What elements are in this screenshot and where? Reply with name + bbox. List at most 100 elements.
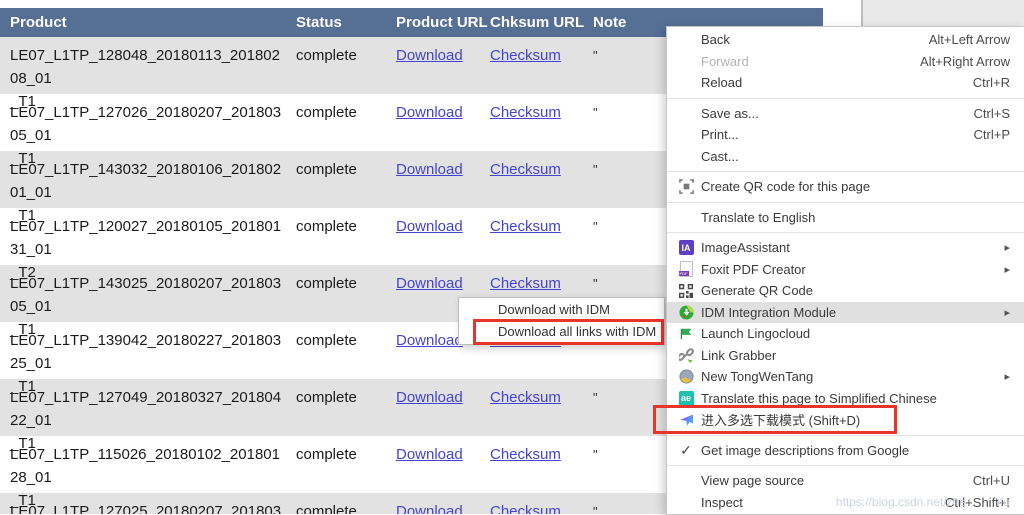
ae-icon: ae [678,390,694,406]
menu-item-label: Inspect [701,494,743,510]
qrscan-icon [678,179,694,195]
menu-item-label: Back [701,32,730,48]
product-id: LE07_L1TP_127025_20180207_20180305_01 [10,503,282,514]
download-link[interactable]: Download [396,389,463,406]
download-link[interactable]: Download [396,104,463,121]
bird-icon [678,412,694,428]
menu-item-icon-slot: ✓ [675,442,697,459]
menu-separator [667,97,1024,99]
menu-item-print[interactable]: Print... Ctrl+P [667,124,1024,146]
download-link[interactable]: Download [396,332,463,349]
menu-separator [667,201,1024,203]
menu-separator [667,171,1024,172]
idm-icon [678,305,694,320]
submenu-item-download-all-links-with-idm[interactable]: Download all links with IDM [459,319,664,345]
menu-item-create-qr-code[interactable]: Create QR code for this page [667,176,1024,198]
menu-item-link-grabber[interactable]: Link Grabber [667,345,1024,367]
menu-item-generate-qr-code[interactable]: Generate QR Code [667,280,1024,302]
menu-item-get-image-descriptions[interactable]: ✓ Get image descriptions from Google [667,440,1024,462]
download-link[interactable]: Download [396,503,463,514]
menu-item-reload[interactable]: Reload Ctrl+R [667,72,1024,94]
checksum-link[interactable]: Checksum [490,104,561,121]
menu-item-icon-slot [675,283,697,298]
link-icon [678,347,694,363]
menu-item-label: Translate this page to Simplified Chines… [701,390,937,406]
menu-item-shortcut: Alt+Right Arrow [920,53,1010,69]
qr-icon [679,283,693,298]
checksum-link[interactable]: Checksum [490,503,561,514]
menu-item-label: Link Grabber [701,347,777,363]
submenu-item-label: Download all links with IDM [498,324,657,339]
chevron-right-icon: ▸ [1004,371,1010,384]
menu-item-image-assistant[interactable]: IA ImageAssistant ▸ [667,237,1024,259]
menu-item-cast[interactable]: Cast... [667,146,1024,168]
menu-item-translate-simplified-chinese[interactable]: ae Translate this page to Simplified Chin… [667,388,1024,410]
menu-separator [667,465,1024,466]
chevron-right-icon: ▸ [1004,306,1010,319]
menu-item-label: Translate to English [701,209,816,225]
submenu-item-label: Download with IDM [498,302,610,317]
menu-item-label: 进入多选下载模式 (Shift+D) [701,413,861,429]
menu-item-icon-slot [675,261,697,278]
menu-item-multi-select-download-mode[interactable]: 进入多选下载模式 (Shift+D) [653,405,1024,434]
download-link[interactable]: Download [396,161,463,178]
context-menu: Back Alt+Left Arrow Forward Alt+Right Arrow… [653,26,1024,515]
menu-item-label: IDM Integration Module [701,304,837,320]
checksum-link[interactable]: Checksum [490,275,561,292]
pdf-icon [678,261,693,278]
checksum-link[interactable]: Checksum [490,218,561,235]
column-header-status: Status [296,14,342,31]
menu-item-icon-slot [675,347,697,363]
menu-item-shortcut: Ctrl+P [973,127,1010,143]
checksum-link[interactable]: Checksum [490,161,561,178]
browser-edge-strip [861,0,1024,26]
submenu-item-download-with-idm[interactable]: Download with IDM [459,299,664,321]
menu-item-icon-slot [675,412,697,428]
flag-icon [679,327,693,341]
checksum-link[interactable]: Checksum [490,47,561,64]
menu-item-save-as[interactable]: Save as... Ctrl+S [667,103,1024,125]
menu-item-foxit-pdf-creator[interactable]: Foxit PDF Creator ▸ [667,259,1024,281]
menu-item-shortcut: Ctrl+R [972,75,1010,91]
menu-item-label: Save as... [701,105,759,121]
download-link[interactable]: Download [396,446,463,463]
menu-item-label: Get image descriptions from Google [701,442,910,458]
download-link[interactable]: Download [396,47,463,64]
menu-item-inspect[interactable]: Inspect https://blog.csdn.net/zhe ifu Ctrl+… [667,492,1024,514]
menu-item-icon-slot [675,327,697,341]
menu-item-label: Create QR code for this page [701,179,871,195]
menu-item-label: Generate QR Code [701,283,814,299]
download-link[interactable]: Download [396,218,463,235]
menu-item-back[interactable]: Back Alt+Left Arrow [667,29,1024,51]
menu-item-shortcut: Ctrl+Shift+I [944,494,1010,510]
menu-separator [667,232,1024,233]
menu-item-shortcut: Alt+Left Arrow [928,32,1010,48]
menu-item-view-page-source[interactable]: View page source Ctrl+U [667,470,1024,492]
menu-item-label: View page source [701,473,805,489]
menu-item-label: ImageAssistant [701,240,790,256]
menu-item-label: New TongWenTang [701,369,814,385]
menu-item-icon-slot: ae [675,390,697,406]
menu-item-shortcut: Ctrl+S [973,105,1010,121]
checksum-link[interactable]: Checksum [490,446,561,463]
status-value: complete [296,503,357,514]
menu-item-idm-integration-module[interactable]: IDM Integration Module ▸ [667,301,1024,323]
menu-item-label: Launch Lingocloud [701,326,811,342]
menu-item-label: Print... [701,127,739,143]
menu-item-translate-to-english[interactable]: Translate to English [667,207,1024,229]
column-header-chksum-url: Chksum URL [490,14,585,31]
menu-item-label: Reload [701,75,743,91]
menu-separator [667,434,1024,436]
column-header-product: Product [10,14,67,31]
menu-item-shortcut: Ctrl+U [972,473,1010,489]
menu-item-new-tongwentang[interactable]: New TongWenTang ▸ [667,366,1024,388]
download-link[interactable]: Download [396,275,463,292]
menu-item-launch-lingocloud[interactable]: Launch Lingocloud [667,323,1024,345]
chevron-right-icon: ▸ [1004,242,1010,255]
idm-submenu: Download with IDM Download all links with… [458,297,665,345]
menu-item-label: Forward [701,53,749,69]
checksum-link[interactable]: Checksum [490,389,561,406]
menu-item-forward[interactable]: Forward Alt+Right Arrow [667,51,1024,73]
menu-item-icon-slot: IA [675,240,697,256]
check-icon: ✓ [680,441,692,458]
